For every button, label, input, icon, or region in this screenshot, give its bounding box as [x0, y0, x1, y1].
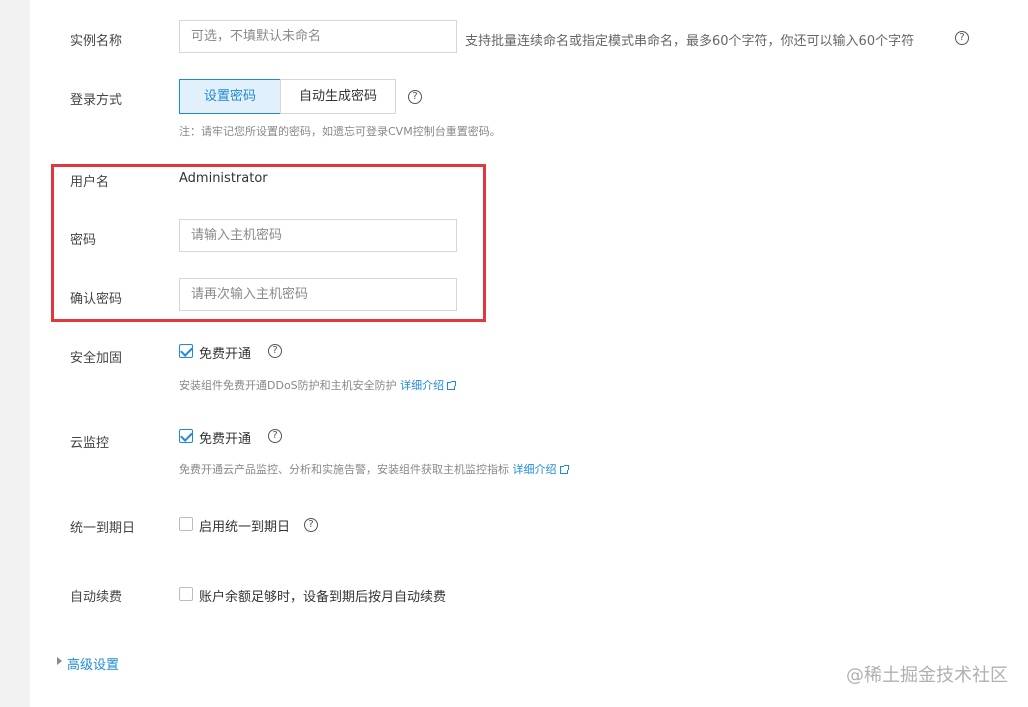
security-label: 安全加固: [70, 351, 123, 366]
monitor-help-icon[interactable]: ?: [268, 429, 282, 443]
monitor-detail-link[interactable]: 详细介绍: [513, 463, 557, 476]
unified-expiry-checkbox-label[interactable]: 启用统一到期日: [199, 516, 290, 535]
unified-expiry-label: 统一到期日: [70, 521, 136, 536]
monitor-note-text: 免费开通云产品监控、分析和实施告警，安装组件获取主机监控指标: [179, 463, 509, 476]
advanced-settings-toggle[interactable]: 高级设置: [67, 654, 119, 673]
monitor-note: 免费开通云产品监控、分析和实施告警，安装组件获取主机监控指标 详细介绍: [179, 461, 569, 477]
unified-expiry-help-icon[interactable]: ?: [304, 518, 318, 532]
external-link-icon: [447, 381, 457, 390]
instance-name-label: 实例名称: [70, 34, 123, 49]
monitor-checkbox[interactable]: [179, 429, 193, 443]
watermark: @稀土掘金技术社区: [846, 665, 1008, 686]
security-note-text: 安装组件免费开通DDoS防护和主机安全防护: [179, 379, 397, 392]
monitor-label: 云监控: [70, 436, 110, 451]
auto-renew-checkbox[interactable]: [179, 587, 193, 601]
auto-generate-password-option[interactable]: 自动生成密码: [280, 79, 396, 114]
username-label: 用户名: [70, 175, 110, 190]
left-panel-strip: [0, 0, 30, 707]
instance-name-hint: 支持批量连续命名或指定模式串命名，最多60个字符，你还可以输入60个字符: [465, 34, 915, 49]
login-method-label: 登录方式: [70, 93, 123, 108]
unified-expiry-checkbox[interactable]: [179, 517, 193, 531]
login-method-note: 注：请牢记您所设置的密码，如遗忘可登录CVM控制台重置密码。: [179, 125, 501, 138]
username-value: Administrator: [179, 171, 268, 186]
security-checkbox[interactable]: [179, 344, 193, 358]
password-label: 密码: [70, 233, 97, 248]
monitor-checkbox-label[interactable]: 免费开通: [199, 428, 251, 447]
auto-renew-label: 自动续费: [70, 590, 123, 605]
set-password-option[interactable]: 设置密码: [179, 79, 281, 114]
external-link-icon: [559, 465, 569, 474]
security-help-icon[interactable]: ?: [268, 344, 282, 358]
password-input[interactable]: [179, 219, 457, 252]
security-note: 安装组件免费开通DDoS防护和主机安全防护 详细介绍: [179, 377, 457, 393]
instance-name-input[interactable]: [179, 20, 457, 53]
caret-right-icon[interactable]: [57, 657, 62, 665]
confirm-password-input[interactable]: [179, 278, 457, 311]
login-method-help-icon[interactable]: ?: [408, 90, 422, 104]
auto-renew-checkbox-label[interactable]: 账户余额足够时，设备到期后按月自动续费: [199, 586, 446, 605]
security-checkbox-label[interactable]: 免费开通: [199, 343, 251, 362]
security-detail-link[interactable]: 详细介绍: [400, 379, 444, 392]
instance-name-help-icon[interactable]: ?: [955, 31, 969, 45]
confirm-password-label: 确认密码: [70, 292, 123, 307]
